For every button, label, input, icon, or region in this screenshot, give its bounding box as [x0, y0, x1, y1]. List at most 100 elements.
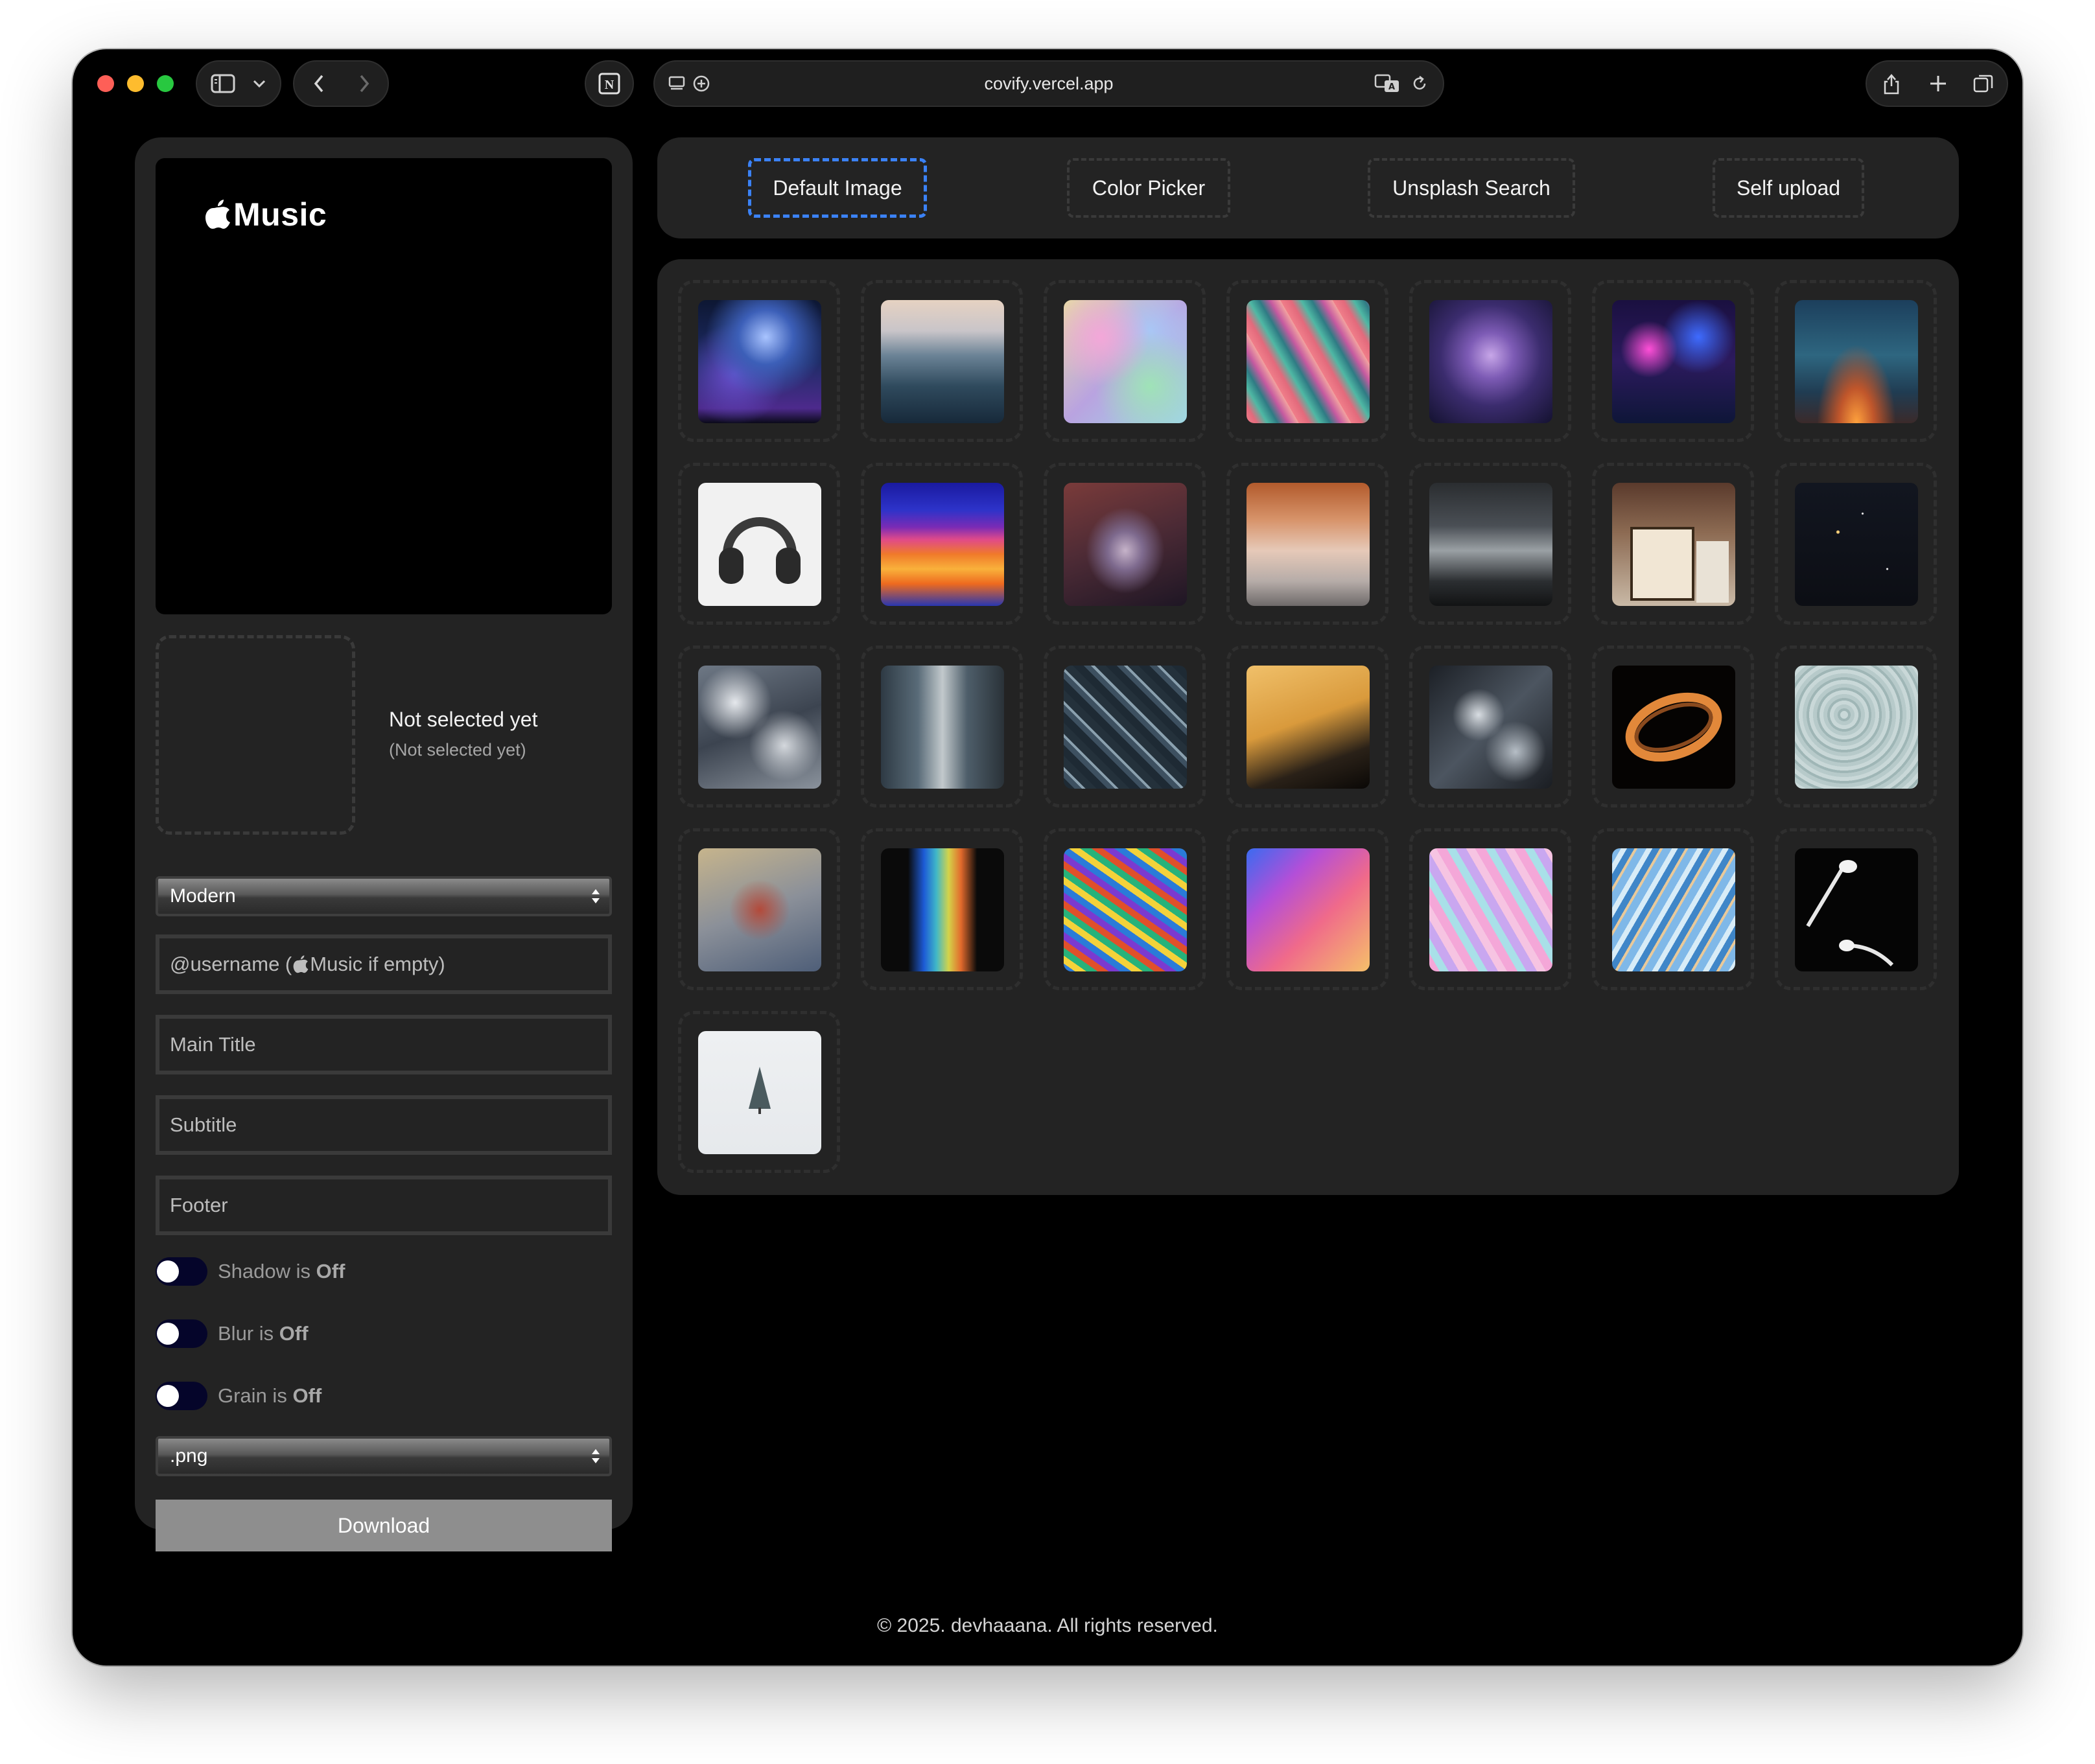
address-bar[interactable]: covify.vercel.app A — [653, 60, 1444, 107]
gallery-item[interactable] — [1409, 645, 1571, 807]
chevron-down-icon[interactable] — [246, 71, 272, 97]
swirl-icon — [1625, 692, 1722, 762]
cloud-texture-image — [698, 666, 821, 789]
headphones-icon — [719, 517, 801, 584]
gallery-item[interactable] — [1409, 463, 1571, 625]
spectrum-light-image — [881, 848, 1004, 971]
format-select[interactable]: .png — [156, 1436, 612, 1476]
toggle-knob — [157, 1323, 179, 1345]
gallery-item[interactable] — [1044, 463, 1206, 625]
sidebar-icon[interactable] — [206, 68, 240, 99]
urban-alley-image — [881, 666, 1004, 789]
grain-toggle[interactable] — [156, 1382, 207, 1410]
gallery-item[interactable] — [1226, 463, 1388, 625]
tab-unsplash-search[interactable]: Unsplash Search — [1368, 158, 1575, 218]
gallery-item[interactable] — [861, 280, 1023, 442]
city-aerial-image — [1064, 666, 1187, 789]
select-arrows-icon — [592, 1449, 600, 1463]
gallery-item[interactable] — [1592, 828, 1754, 990]
psychedelic-fluid-image — [1064, 848, 1187, 971]
apple-logo-icon — [293, 955, 309, 973]
username-placeholder-end: Music if empty) — [310, 953, 445, 975]
pink-orange-gradient-image — [1246, 848, 1370, 971]
blue-marble-image — [1612, 848, 1735, 971]
gallery-item[interactable] — [1226, 645, 1388, 807]
minimize-window-button[interactable] — [127, 75, 144, 92]
dark-storm-waves-image — [1429, 483, 1552, 606]
gallery-item[interactable] — [1592, 463, 1754, 625]
gallery-item[interactable] — [678, 828, 840, 990]
gallery-item[interactable] — [1775, 463, 1937, 625]
username-placeholder-start: @username ( — [170, 953, 292, 975]
concert-lights-image — [698, 300, 821, 423]
tab-color-picker[interactable]: Color Picker — [1067, 158, 1230, 218]
source-tabs: Default Image Color Picker Unsplash Sear… — [657, 137, 1959, 238]
frosted-glass-image — [698, 848, 821, 971]
headphones-image — [698, 483, 821, 606]
close-window-button[interactable] — [97, 75, 114, 92]
gallery-item[interactable] — [1775, 828, 1937, 990]
style-select-value: Modern — [170, 885, 236, 907]
subtitle-field[interactable]: Subtitle — [156, 1095, 612, 1155]
back-icon[interactable] — [305, 69, 333, 98]
svg-text:A: A — [1388, 82, 1395, 92]
gallery-item[interactable] — [1775, 280, 1937, 442]
gallery-item[interactable] — [1044, 280, 1206, 442]
gallery-item[interactable] — [1044, 645, 1206, 807]
gallery-item[interactable] — [861, 645, 1023, 807]
holographic-blur-image — [1064, 300, 1187, 423]
notion-extension-button[interactable]: N — [585, 60, 634, 107]
main-title-field[interactable]: Main Title — [156, 1015, 612, 1074]
vintage-yellow-car-image — [1246, 666, 1370, 789]
gallery-item[interactable] — [1409, 828, 1571, 990]
blur-toggle[interactable] — [156, 1319, 207, 1348]
cover-preview: Music — [156, 158, 612, 614]
selected-image-slot — [156, 635, 355, 835]
starry-night-image — [1795, 483, 1918, 606]
reddish-water-ripple-image — [1064, 483, 1187, 606]
tab-self-upload[interactable]: Self upload — [1713, 158, 1864, 218]
gallery-item[interactable] — [861, 463, 1023, 625]
sidebar-toggle-group — [196, 60, 281, 107]
gallery-item[interactable] — [861, 828, 1023, 990]
footer-copyright: © 2025. devhaaana. All rights reserved. — [877, 1615, 1218, 1636]
translate-icon[interactable]: A — [1372, 69, 1403, 98]
earbuds-black-image — [1795, 848, 1918, 971]
diagonal-color-streaks-image — [1246, 300, 1370, 423]
gallery-item[interactable] — [678, 1011, 840, 1173]
footer-field[interactable]: Footer — [156, 1176, 612, 1235]
gallery-item[interactable] — [1044, 828, 1206, 990]
gallery-item[interactable] — [1409, 280, 1571, 442]
svg-text:N: N — [605, 78, 614, 92]
gallery-item[interactable] — [678, 463, 840, 625]
gallery-item[interactable] — [1592, 645, 1754, 807]
copper-glass-texture-image — [1246, 483, 1370, 606]
download-button[interactable]: Download — [156, 1500, 612, 1551]
select-arrows-icon — [592, 889, 600, 903]
editor-panel: Music Not selected yet (Not selected yet… — [135, 137, 633, 1551]
apple-logo-icon — [205, 200, 230, 229]
tabs-overview-icon[interactable] — [1968, 68, 1999, 99]
reload-icon[interactable] — [1407, 71, 1433, 97]
share-icon[interactable] — [1876, 68, 1907, 99]
apple-music-logo: Music — [205, 196, 327, 233]
gallery-item[interactable] — [1226, 280, 1388, 442]
zoom-window-button[interactable] — [157, 75, 174, 92]
style-select[interactable]: Modern — [156, 876, 612, 916]
toggle-knob — [157, 1260, 179, 1282]
gallery-item[interactable] — [678, 645, 840, 807]
ocean-waves-image — [881, 300, 1004, 423]
url-text: covify.vercel.app — [984, 73, 1114, 93]
gallery-item[interactable] — [1592, 280, 1754, 442]
shadow-toggle[interactable] — [156, 1257, 207, 1286]
gallery-item[interactable] — [1775, 645, 1937, 807]
orange-light-swirl-image — [1612, 666, 1735, 789]
username-field[interactable]: @username ( Music if empty) — [156, 934, 612, 994]
new-tab-icon[interactable] — [1923, 68, 1954, 99]
gallery-item[interactable] — [678, 280, 840, 442]
forward-icon[interactable] — [350, 69, 379, 98]
gallery-item[interactable] — [1226, 828, 1388, 990]
neon-city-street-image — [1612, 300, 1735, 423]
earbuds-icon — [1806, 860, 1894, 967]
tab-default-image[interactable]: Default Image — [748, 158, 927, 218]
